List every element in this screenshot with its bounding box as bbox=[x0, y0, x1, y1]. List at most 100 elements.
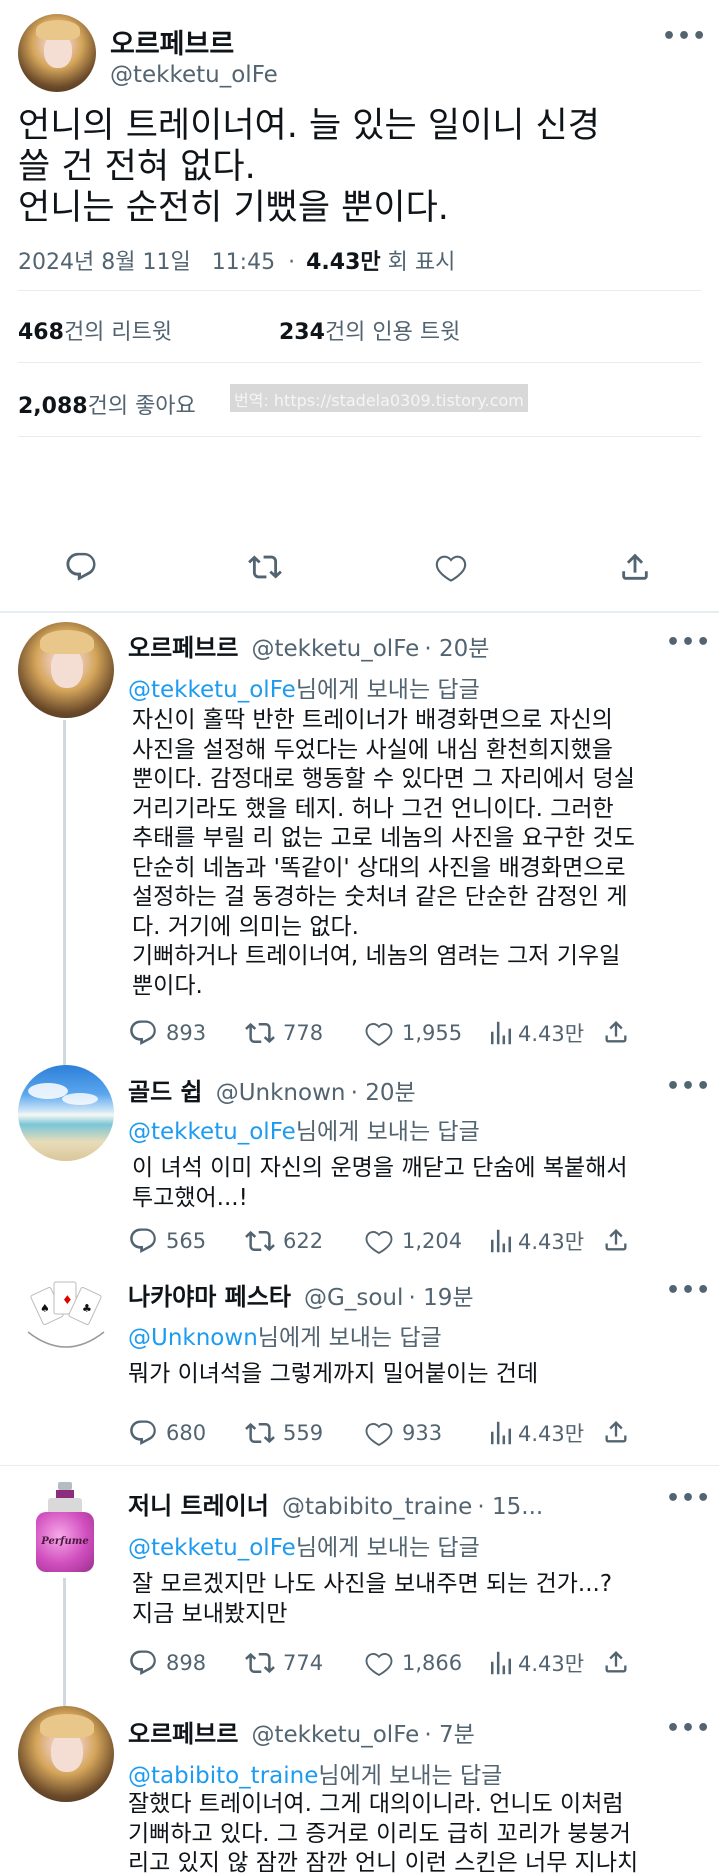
views-action[interactable]: 4.43만 bbox=[486, 1418, 584, 1448]
views-count: 4.43만 bbox=[518, 1022, 585, 1046]
avatar-bottle-label: Perfume bbox=[41, 1536, 89, 1547]
like-stat[interactable]: 2,088건의 좋아요 bbox=[18, 388, 196, 420]
reply-to-handle[interactable]: @tekketu_olFe bbox=[128, 1119, 296, 1145]
heart-icon bbox=[364, 1226, 394, 1256]
svg-text:♠: ♠ bbox=[40, 1302, 50, 1315]
retweet-count: 468 bbox=[18, 320, 64, 345]
views-count: 4.43만 bbox=[518, 1422, 585, 1446]
retweet-action[interactable]: 774 bbox=[245, 1648, 323, 1678]
quote-stat[interactable]: 234건의 인용 트윗 bbox=[279, 314, 460, 346]
views-action[interactable]: 4.43만 bbox=[486, 1018, 584, 1048]
reply-avatar[interactable] bbox=[18, 1706, 114, 1802]
reply-text: 잘했다 트레이너여. 그게 대의이니라. 언니도 이처럼 기뻐하고 있다. 그 … bbox=[128, 1791, 639, 1873]
retweet-action[interactable]: 622 bbox=[245, 1226, 323, 1256]
views-chart-icon bbox=[486, 1648, 516, 1678]
reply-time[interactable]: · 20분 bbox=[424, 636, 489, 662]
reply-display-name[interactable]: 저니 트레이너 bbox=[128, 1492, 269, 1520]
retweet-action[interactable]: 559 bbox=[245, 1418, 323, 1448]
comment-count: 893 bbox=[166, 1021, 207, 1045]
reply-time[interactable]: · 19분 bbox=[408, 1285, 473, 1311]
more-dots-icon[interactable]: ••• bbox=[666, 1074, 711, 1099]
reply-avatar[interactable]: ♦ ♠ ♣ bbox=[18, 1272, 114, 1368]
share-icon[interactable] bbox=[618, 550, 652, 584]
more-dots-icon[interactable]: ••• bbox=[662, 24, 707, 49]
reply-display-name[interactable]: 오르페브르 bbox=[128, 1720, 238, 1748]
thread-line bbox=[63, 720, 66, 1068]
like-count: 2,088 bbox=[18, 394, 88, 419]
reply-handle[interactable]: @tekketu_olFe bbox=[252, 1722, 420, 1748]
like-action[interactable]: 933 bbox=[364, 1418, 442, 1448]
reply-handle[interactable]: @G_soul bbox=[304, 1285, 403, 1311]
retweet-stat[interactable]: 468건의 리트윗 bbox=[18, 314, 172, 346]
comment-icon[interactable] bbox=[64, 550, 98, 584]
reply-text: 잘 모르겠지만 나도 사진을 보내주면 되는 건가...? 지금 보내봤지만 bbox=[132, 1571, 613, 1627]
quote-label: 건의 인용 트윗 bbox=[324, 320, 461, 345]
reply-header: 저니 트레이너 @tabibito_traine · 15... bbox=[128, 1486, 543, 1521]
quote-count: 234 bbox=[279, 320, 325, 345]
svg-text:♦: ♦ bbox=[62, 1293, 73, 1307]
reply-avatar[interactable]: Perfume bbox=[18, 1480, 114, 1576]
retweet-label: 건의 리트윗 bbox=[63, 320, 173, 345]
comment-action[interactable]: 893 bbox=[128, 1018, 206, 1048]
like-count: 1,866 bbox=[402, 1651, 463, 1675]
thread-line bbox=[63, 1578, 66, 1706]
reply-handle[interactable]: @tekketu_olFe bbox=[252, 636, 420, 662]
more-dots-icon[interactable]: ••• bbox=[666, 630, 711, 655]
reply-handle[interactable]: @tabibito_traine bbox=[282, 1494, 472, 1520]
reply-display-name[interactable]: 나카야마 페스타 bbox=[128, 1283, 291, 1311]
more-dots-icon[interactable]: ••• bbox=[666, 1716, 711, 1741]
retweet-icon[interactable] bbox=[248, 550, 282, 584]
reply-display-name[interactable]: 골드 쉽 bbox=[128, 1078, 203, 1106]
tweet-date[interactable]: 2024년 8월 11일 bbox=[18, 250, 191, 275]
reply-time[interactable]: · 15... bbox=[477, 1494, 543, 1520]
share-icon[interactable] bbox=[602, 1418, 630, 1446]
like-action[interactable]: 1,204 bbox=[364, 1226, 462, 1256]
more-dots-icon[interactable]: ••• bbox=[666, 1486, 711, 1511]
reply-to-handle[interactable]: @tekketu_olFe bbox=[128, 677, 296, 703]
like-action[interactable]: 1,866 bbox=[364, 1648, 462, 1678]
reply-header: 오르페브르 @tekketu_olFe · 20분 bbox=[128, 628, 489, 663]
retweet-count: 774 bbox=[283, 1651, 324, 1675]
reply-to-handle[interactable]: @tekketu_olFe bbox=[128, 1535, 296, 1561]
svg-text:♣: ♣ bbox=[82, 1302, 92, 1315]
comment-count: 898 bbox=[166, 1651, 207, 1675]
reply-handle[interactable]: @Unknown bbox=[216, 1080, 346, 1106]
retweet-icon bbox=[245, 1418, 275, 1448]
comment-count: 680 bbox=[166, 1421, 207, 1445]
views-count: 4.43만 bbox=[518, 1230, 585, 1254]
views-action[interactable]: 4.43만 bbox=[486, 1648, 584, 1678]
tweet-time[interactable]: 11:45 bbox=[212, 250, 275, 275]
comment-icon bbox=[128, 1648, 158, 1678]
reply-avatar[interactable] bbox=[18, 622, 114, 718]
view-count-label: 회 표시 bbox=[387, 250, 456, 275]
retweet-count: 778 bbox=[283, 1021, 324, 1045]
like-label: 건의 좋아요 bbox=[87, 394, 196, 419]
views-action[interactable]: 4.43만 bbox=[486, 1226, 584, 1256]
share-icon[interactable] bbox=[602, 1226, 630, 1254]
reply-time[interactable]: · 20분 bbox=[351, 1080, 416, 1106]
like-count: 1,204 bbox=[402, 1229, 463, 1253]
author-handle[interactable]: @tekketu_olFe bbox=[110, 62, 278, 88]
reply-to-handle[interactable]: @Unknown bbox=[128, 1325, 258, 1351]
author-display-name[interactable]: 오르페브르 bbox=[110, 22, 234, 61]
like-action[interactable]: 1,955 bbox=[364, 1018, 462, 1048]
reply-time[interactable]: · 7분 bbox=[424, 1722, 474, 1748]
author-avatar[interactable] bbox=[18, 14, 96, 92]
share-icon[interactable] bbox=[602, 1648, 630, 1676]
view-count[interactable]: 4.43만 bbox=[306, 250, 381, 275]
views-chart-icon bbox=[486, 1226, 516, 1256]
retweet-action[interactable]: 778 bbox=[245, 1018, 323, 1048]
views-chart-icon bbox=[486, 1018, 516, 1048]
comment-icon bbox=[128, 1418, 158, 1448]
comment-action[interactable]: 898 bbox=[128, 1648, 206, 1678]
share-icon[interactable] bbox=[602, 1018, 630, 1046]
more-dots-icon[interactable]: ••• bbox=[666, 1278, 711, 1303]
reply-to-label: 님에게 보내는 답글 bbox=[257, 1325, 442, 1351]
comment-action[interactable]: 680 bbox=[128, 1418, 206, 1448]
reply-to-handle[interactable]: @tabibito_traine bbox=[128, 1763, 318, 1789]
comment-action[interactable]: 565 bbox=[128, 1226, 206, 1256]
heart-icon[interactable] bbox=[434, 550, 468, 584]
reply-avatar[interactable] bbox=[18, 1065, 114, 1161]
reply-display-name[interactable]: 오르페브르 bbox=[128, 634, 238, 662]
retweet-icon bbox=[245, 1226, 275, 1256]
